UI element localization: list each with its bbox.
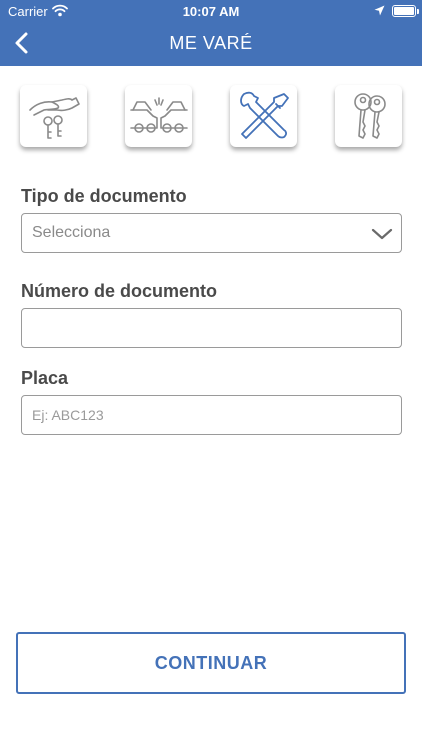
document-type-label: Tipo de documento bbox=[21, 186, 187, 206]
document-type-select[interactable]: Selecciona bbox=[21, 213, 402, 253]
category-button-tools[interactable] bbox=[230, 85, 297, 147]
chevron-down-icon bbox=[371, 228, 393, 240]
status-bar: Carrier 10:07 AM bbox=[0, 0, 422, 22]
plate-input[interactable] bbox=[22, 396, 401, 434]
car-collision-icon bbox=[129, 97, 188, 133]
category-selector bbox=[0, 85, 422, 149]
continue-button[interactable]: CONTINUAR bbox=[16, 632, 406, 694]
document-number-field-wrapper bbox=[21, 308, 402, 348]
document-type-value: Selecciona bbox=[32, 224, 111, 241]
battery-icon bbox=[392, 5, 419, 17]
location-arrow-icon bbox=[374, 4, 385, 19]
category-button-hand-keys[interactable] bbox=[20, 85, 87, 147]
document-number-input[interactable] bbox=[22, 309, 401, 347]
document-number-label: Número de documento bbox=[21, 281, 218, 301]
plate-label: Placa bbox=[21, 368, 69, 388]
keys-icon bbox=[353, 93, 386, 139]
hand-with-keys-icon bbox=[28, 97, 80, 139]
status-time: 10:07 AM bbox=[182, 4, 240, 19]
plate-field-wrapper bbox=[21, 395, 402, 435]
page-title: ME VARÉ bbox=[169, 33, 253, 53]
category-button-car-collision[interactable] bbox=[125, 85, 192, 147]
wrench-screwdriver-icon bbox=[239, 91, 289, 139]
category-button-keys[interactable] bbox=[335, 85, 402, 147]
navigation-header: Carrier 10:07 AM ME VARÉ bbox=[0, 0, 422, 66]
